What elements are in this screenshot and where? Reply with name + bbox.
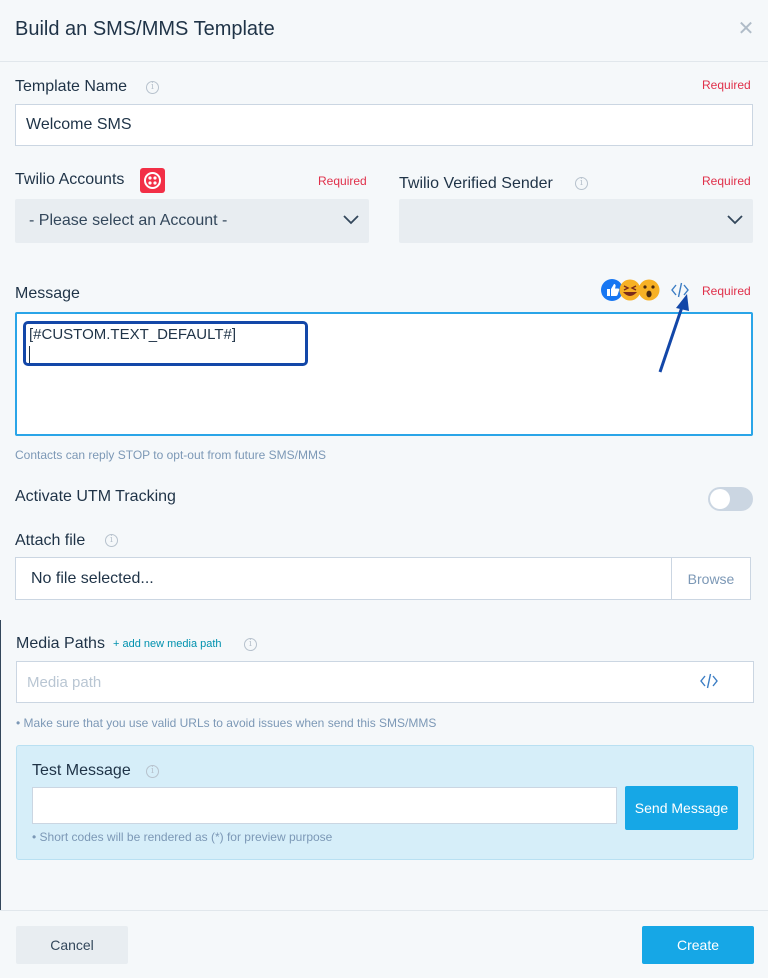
chevron-down-icon bbox=[343, 215, 359, 225]
close-icon[interactable]: ✕ bbox=[736, 19, 756, 39]
test-help: • Short codes will be rendered as (*) fo… bbox=[32, 830, 333, 844]
media-paths-label: Media Paths bbox=[16, 635, 105, 652]
text-caret bbox=[29, 346, 30, 363]
info-icon: i bbox=[575, 177, 588, 190]
laughing-face-icon bbox=[619, 279, 641, 301]
send-message-button[interactable]: Send Message bbox=[625, 786, 738, 830]
template-name-label: Template Name bbox=[15, 78, 128, 95]
media-path-input[interactable]: Media path bbox=[16, 661, 754, 703]
message-help: Contacts can reply STOP to opt-out from … bbox=[15, 448, 327, 462]
media-help: • Make sure that you use valid URLs to a… bbox=[16, 716, 437, 730]
test-phone-input[interactable] bbox=[32, 787, 617, 824]
toggle-knob bbox=[710, 489, 730, 509]
info-icon: i bbox=[244, 638, 257, 651]
create-button[interactable]: Create bbox=[642, 926, 754, 964]
attach-label: Attach file bbox=[15, 532, 86, 549]
browse-button[interactable]: Browse bbox=[671, 557, 751, 600]
arrow-annotation-icon bbox=[658, 294, 689, 373]
twilio-account-selected: - Please select an Account - bbox=[29, 212, 228, 229]
info-icon: i bbox=[146, 765, 159, 778]
twilio-accounts-required: Required bbox=[318, 174, 367, 188]
message-required: Required bbox=[702, 284, 751, 298]
verified-sender-label: Twilio Verified Sender bbox=[399, 175, 553, 192]
template-name-value: Welcome SMS bbox=[26, 116, 132, 133]
template-name-input[interactable]: Welcome SMS bbox=[15, 104, 753, 146]
verified-sender-required: Required bbox=[702, 174, 751, 188]
template-name-required: Required bbox=[702, 78, 751, 92]
attach-file-input[interactable]: No file selected... bbox=[15, 557, 672, 600]
message-value: [#CUSTOM.TEXT_DEFAULT#] bbox=[29, 326, 236, 343]
utm-toggle[interactable] bbox=[708, 487, 753, 511]
utm-label: Activate UTM Tracking bbox=[15, 488, 176, 505]
cancel-button[interactable]: Cancel bbox=[16, 926, 128, 964]
chevron-down-icon bbox=[727, 215, 743, 225]
message-label: Message bbox=[15, 285, 80, 302]
add-media-path-link[interactable]: + add new media path bbox=[113, 638, 222, 650]
test-message-label: Test Message bbox=[32, 762, 131, 779]
code-icon[interactable] bbox=[699, 673, 719, 689]
media-path-placeholder: Media path bbox=[27, 673, 102, 691]
twilio-icon bbox=[140, 168, 165, 193]
twilio-account-select[interactable]: - Please select an Account - bbox=[15, 199, 369, 243]
modal-title: Build an SMS/MMS Template bbox=[15, 18, 275, 40]
twilio-accounts-label: Twilio Accounts bbox=[15, 171, 125, 188]
info-icon: i bbox=[105, 534, 118, 547]
verified-sender-select[interactable] bbox=[399, 199, 753, 243]
attach-file-value: No file selected... bbox=[31, 569, 154, 587]
info-icon: i bbox=[146, 81, 159, 94]
